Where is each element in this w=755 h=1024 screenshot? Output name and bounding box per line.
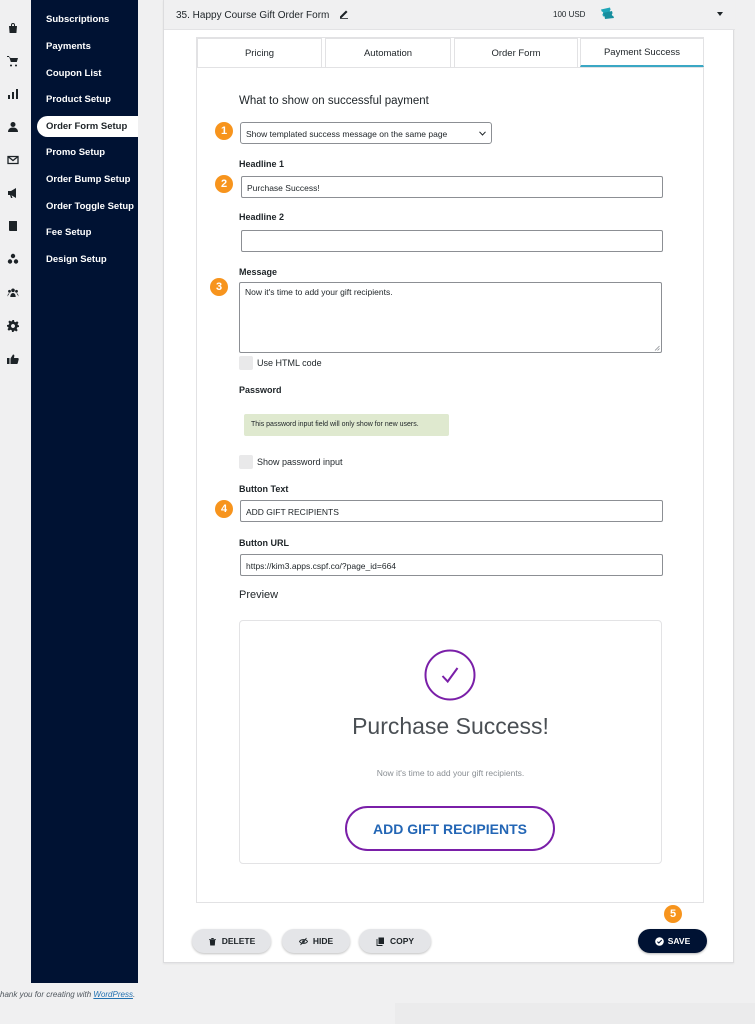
pencil-icon[interactable] (339, 9, 349, 19)
message-label: Message (239, 267, 278, 277)
success-preview: Purchase Success! Now it's time to add y… (239, 620, 662, 864)
copy-icon (376, 937, 384, 946)
headline2-input[interactable] (241, 230, 663, 252)
delete-button[interactable]: DELETE (192, 929, 271, 953)
step-badge-1: 1 (215, 122, 233, 140)
admin-footer: hank you for creating with WordPress. (0, 983, 755, 1024)
check-circle-icon (424, 649, 476, 701)
form-title: 35. Happy Course Gift Order Form (176, 10, 330, 21)
headline1-label: Headline 1 (239, 159, 285, 169)
tab-pricing[interactable]: Pricing (197, 38, 322, 67)
footer-suffix: . (132, 990, 136, 999)
select-value: Show templated success message on the sa… (246, 129, 448, 139)
thumbs-up-icon[interactable] (6, 352, 20, 366)
button-text-label: Button Text (239, 484, 289, 494)
cubes-icon[interactable] (6, 252, 20, 266)
password-label: Password (239, 385, 282, 395)
sidebar-item-order-toggle-setup[interactable]: Order Toggle Setup (46, 201, 134, 212)
shopping-bag-icon[interactable] (6, 21, 20, 35)
hide-button[interactable]: HIDE (282, 929, 350, 953)
sidebar-item-design-setup[interactable]: Design Setup (46, 254, 107, 265)
order-form-panel: 35. Happy Course Gift Order Form 100 USD… (163, 0, 735, 963)
panel-header[interactable]: 35. Happy Course Gift Order Form 100 USD (164, 0, 735, 30)
copy-button[interactable]: COPY (359, 929, 431, 953)
success-action-select[interactable]: Show templated success message on the sa… (240, 122, 492, 144)
bar-chart-icon[interactable] (6, 87, 20, 101)
chevron-down-icon (479, 131, 486, 136)
sidebar-item-fee-setup[interactable]: Fee Setup (46, 227, 91, 238)
use-html-label: Use HTML code (257, 358, 322, 368)
book-icon[interactable] (6, 219, 20, 233)
gear-icon[interactable] (6, 319, 20, 333)
wordpress-link[interactable]: WordPress (93, 990, 133, 999)
show-password-label: Show password input (257, 457, 343, 467)
collapse-caret-icon[interactable] (716, 11, 724, 17)
footer-shade (395, 1003, 755, 1024)
envelope-icon[interactable] (6, 153, 20, 167)
user-icon[interactable] (6, 120, 20, 134)
tab-divider (197, 67, 703, 68)
step-badge-4: 4 (215, 500, 233, 518)
sidebar-item-coupon-list[interactable]: Coupon List (46, 68, 101, 79)
sidebar-item-order-form-setup[interactable]: Order Form Setup (37, 116, 138, 137)
delete-label: DELETE (221, 936, 256, 946)
step-badge-2: 2 (215, 175, 233, 193)
preview-label: Preview (239, 589, 279, 601)
copy-label: COPY (389, 936, 415, 946)
users-icon[interactable] (6, 286, 20, 300)
sidebar-item-subscriptions[interactable]: Subscriptions (46, 14, 109, 25)
preview-message: Now it's time to add your gift recipient… (376, 768, 525, 778)
cart-icon[interactable] (6, 54, 20, 68)
message-value: Now it's time to add your gift recipient… (245, 287, 393, 297)
button-url-input[interactable]: https://kim3.apps.cspf.co/?page_id=664 (240, 554, 663, 576)
plugin-submenu: Subscriptions Payments Coupon List Produ… (31, 0, 138, 983)
step-badge-3: 3 (210, 278, 228, 296)
footer-credit: hank you for creating with WordPress. (0, 990, 135, 999)
sidebar-item-promo-setup[interactable]: Promo Setup (46, 147, 105, 158)
footer-text: hank you for creating with (0, 990, 94, 999)
tab-order-form[interactable]: Order Form (454, 38, 578, 67)
show-password-checkbox[interactable] (239, 455, 253, 469)
headline2-label: Headline 2 (239, 212, 285, 222)
tab-payment-success[interactable]: Payment Success (580, 38, 704, 67)
sidebar-item-product-setup[interactable]: Product Setup (46, 94, 111, 105)
form-settings-card: Pricing Automation Order Form Payment Su… (196, 37, 704, 903)
eye-slash-icon (298, 937, 308, 945)
form-price: 100 USD (553, 10, 586, 19)
use-html-checkbox[interactable] (239, 356, 253, 370)
step-badge-5: 5 (664, 905, 682, 923)
save-button[interactable]: SAVE (638, 929, 707, 953)
hide-label: HIDE (312, 936, 334, 946)
button-url-label: Button URL (239, 538, 289, 548)
tab-automation[interactable]: Automation (325, 38, 451, 67)
admin-icon-rail (0, 0, 31, 983)
save-label: SAVE (667, 936, 691, 946)
success-heading: What to show on successful payment (239, 95, 429, 107)
check-circle-small-icon (654, 936, 664, 946)
headline1-input[interactable]: Purchase Success! (241, 176, 663, 198)
preview-cta-button[interactable]: ADD GIFT RECIPIENTS (345, 806, 555, 851)
sidebar-item-payments[interactable]: Payments (46, 41, 91, 52)
trash-icon (208, 937, 216, 945)
sidebar-item-order-bump-setup[interactable]: Order Bump Setup (46, 174, 130, 185)
ticket-icon (601, 7, 614, 19)
megaphone-icon[interactable] (6, 186, 20, 200)
message-textarea[interactable]: Now it's time to add your gift recipient… (239, 282, 662, 353)
password-notice: This password input field will only show… (244, 414, 449, 436)
resize-grip-icon[interactable] (654, 345, 660, 351)
preview-headline: Purchase Success! (352, 713, 549, 739)
button-text-input[interactable]: ADD GIFT RECIPIENTS (240, 500, 663, 522)
